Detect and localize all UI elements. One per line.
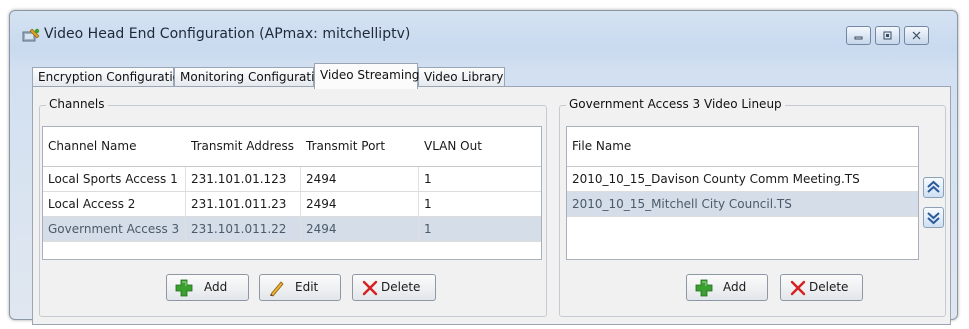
- add-video-button[interactable]: Add: [686, 274, 768, 301]
- table-row[interactable]: Local Sports Access 1 231.101.01.123 249…: [43, 167, 541, 192]
- move-up-icon: [927, 180, 940, 193]
- transmit-address-cell: 231.101.011.22: [186, 217, 301, 241]
- lineup-header-row: File Name: [567, 127, 918, 167]
- transmit-port-cell: 2494: [301, 217, 419, 241]
- video-lineup-group: Government Access 3 Video Lineup File Na…: [559, 97, 946, 317]
- minimize-button[interactable]: [846, 26, 871, 45]
- app-window: Video Head End Configuration (APmax: mit…: [9, 10, 958, 325]
- add-icon: [175, 279, 193, 297]
- edit-channel-button[interactable]: Edit: [259, 274, 341, 301]
- channels-header-row: Channel Name Transmit Address Transmit P…: [43, 127, 541, 167]
- vlan-out-cell: 1: [424, 222, 432, 236]
- edit-channel-label: Edit: [295, 280, 319, 294]
- channel-name-cell: Government Access 3: [43, 217, 186, 241]
- add-channel-button[interactable]: Add: [166, 274, 249, 301]
- tab-monitoring-configuration[interactable]: Monitoring Configuration: [174, 67, 329, 87]
- minimize-icon: [854, 36, 863, 40]
- close-button[interactable]: [904, 26, 929, 45]
- add-channel-label: Add: [204, 280, 228, 294]
- video-lineup-table[interactable]: File Name 2010_10_15_Davison County Comm…: [566, 126, 919, 260]
- transmit-address-cell: 231.101.01.123: [186, 167, 301, 191]
- move-up-button[interactable]: [923, 177, 944, 198]
- maximize-icon: [883, 31, 892, 40]
- app-config-icon: [22, 28, 40, 42]
- video-streaming-panel: Channels Channel Name Transmit Address T…: [32, 86, 951, 325]
- column-header-transmit-port[interactable]: Transmit Port: [301, 127, 419, 165]
- column-header-transmit-address[interactable]: Transmit Address: [186, 127, 301, 165]
- edit-pencil-icon: [270, 281, 284, 297]
- vlan-out-cell: 1: [424, 172, 432, 186]
- move-down-button[interactable]: [923, 207, 944, 228]
- maximize-button[interactable]: [875, 26, 900, 45]
- channel-name-cell: Local Access 2: [43, 192, 186, 216]
- transmit-port-cell: 2494: [301, 192, 419, 216]
- list-item-selected[interactable]: 2010_10_15_Mitchell City Council.TS: [567, 192, 918, 217]
- tab-video-library[interactable]: Video Library: [418, 67, 505, 87]
- video-lineup-group-title: Government Access 3 Video Lineup: [566, 97, 785, 111]
- table-row[interactable]: Local Access 2 231.101.011.23 2494 1: [43, 192, 541, 217]
- channels-group: Channels Channel Name Transmit Address T…: [39, 97, 547, 317]
- delete-video-button[interactable]: Delete: [780, 274, 863, 301]
- delete-channel-button[interactable]: Delete: [352, 274, 436, 301]
- delete-x-icon: [790, 280, 806, 296]
- file-name-cell: 2010_10_15_Davison County Comm Meeting.T…: [572, 172, 860, 186]
- delete-x-icon: [362, 280, 378, 296]
- column-header-vlan-out[interactable]: VLAN Out: [419, 127, 539, 165]
- channel-name-cell: Local Sports Access 1: [43, 167, 186, 191]
- transmit-port-cell: 2494: [301, 167, 419, 191]
- list-item[interactable]: 2010_10_15_Davison County Comm Meeting.T…: [567, 167, 918, 192]
- close-icon: [912, 31, 921, 40]
- tab-encryption-configuration[interactable]: Encryption Configuration: [32, 67, 188, 87]
- file-name-cell: 2010_10_15_Mitchell City Council.TS: [572, 197, 792, 211]
- column-header-channel-name[interactable]: Channel Name: [43, 127, 186, 165]
- transmit-address-cell: 231.101.011.23: [186, 192, 301, 216]
- delete-channel-label: Delete: [381, 280, 421, 294]
- tab-video-streaming[interactable]: Video Streaming: [314, 63, 419, 89]
- table-row-selected[interactable]: Government Access 3 231.101.011.22 2494 …: [43, 217, 541, 242]
- column-header-file-name[interactable]: File Name: [567, 127, 917, 165]
- delete-video-label: Delete: [809, 280, 849, 294]
- channels-table[interactable]: Channel Name Transmit Address Transmit P…: [42, 126, 542, 260]
- window-title: Video Head End Configuration (APmax: mit…: [44, 26, 411, 42]
- add-icon: [695, 279, 713, 297]
- add-video-label: Add: [723, 280, 747, 294]
- move-down-icon: [927, 212, 940, 225]
- vlan-out-cell: 1: [424, 197, 432, 211]
- channels-group-title: Channels: [46, 97, 108, 111]
- title-bar[interactable]: Video Head End Configuration (APmax: mit…: [10, 11, 957, 51]
